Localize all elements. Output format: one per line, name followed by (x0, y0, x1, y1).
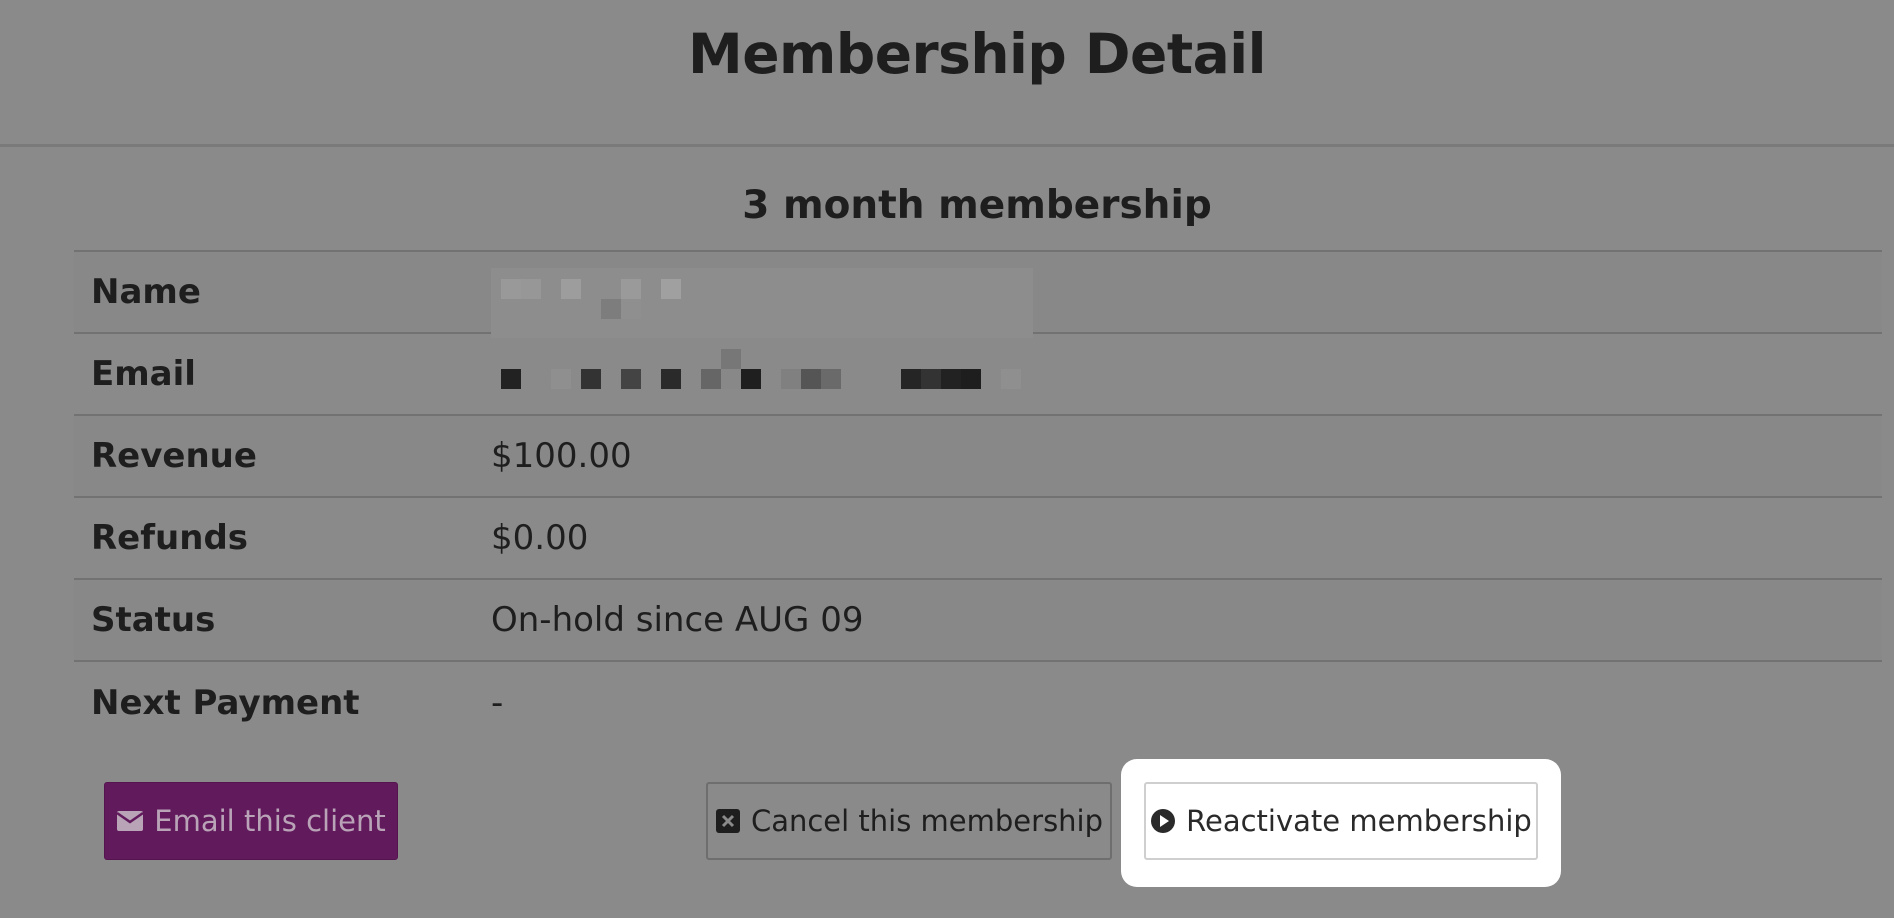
cancel-membership-label: Cancel this membership (750, 804, 1104, 838)
row-label-revenue: Revenue (74, 414, 491, 497)
row-value-refunds: $0.00 (491, 496, 1882, 579)
table-row-status: Status On-hold since AUG 09 (74, 578, 1882, 661)
row-label-refunds: Refunds (74, 496, 491, 579)
reactivate-membership-label: Reactivate membership (1186, 804, 1532, 838)
redacted-email (491, 344, 1882, 404)
row-label-next-payment: Next Payment (74, 660, 491, 743)
close-square-icon (715, 808, 741, 834)
row-value-email (491, 332, 1882, 415)
email-client-label: Email this client (154, 804, 386, 838)
table-row-refunds: Refunds $0.00 (74, 496, 1882, 579)
membership-details-table: Name Email Revenue $100.00 Refunds $0.00… (74, 250, 1882, 743)
membership-title: 3 month membership (742, 183, 1212, 228)
play-circle-icon (1150, 808, 1176, 834)
row-value-name (491, 250, 1882, 338)
cancel-membership-button[interactable]: Cancel this membership (706, 782, 1112, 860)
envelope-icon (116, 810, 144, 832)
row-label-status: Status (74, 578, 491, 661)
email-client-button[interactable]: Email this client (104, 782, 398, 860)
row-label-name: Name (74, 250, 491, 333)
reactivate-membership-button[interactable]: Reactivate membership (1144, 782, 1538, 860)
table-row-revenue: Revenue $100.00 (74, 414, 1882, 497)
table-row-email: Email (74, 332, 1882, 415)
row-value-revenue: $100.00 (491, 414, 1882, 497)
row-value-next-payment: - (491, 660, 1882, 743)
row-value-status: On-hold since AUG 09 (491, 578, 1882, 661)
redacted-name (491, 262, 1882, 338)
table-row-name: Name (74, 250, 1882, 338)
row-label-email: Email (74, 332, 491, 415)
header-divider (0, 144, 1894, 147)
table-row-next-payment: Next Payment - (74, 660, 1882, 743)
page-title: Membership Detail (688, 22, 1266, 86)
